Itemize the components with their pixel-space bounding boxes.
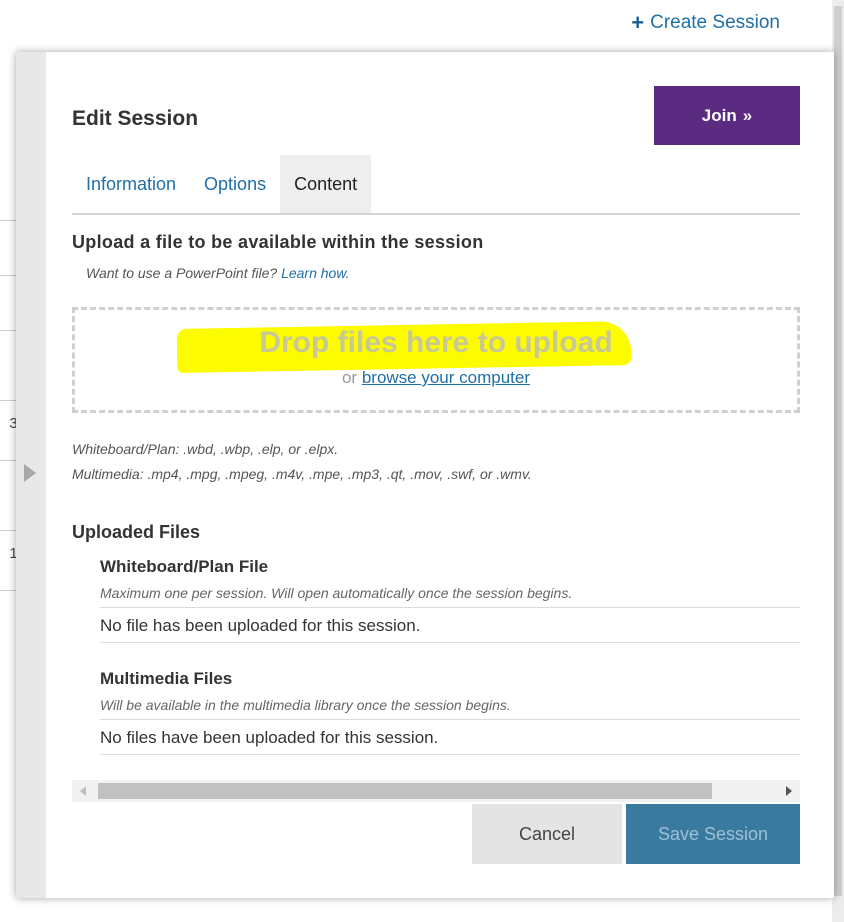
create-session-label: Create Session [650, 12, 780, 33]
save-session-button[interactable]: Save Session [626, 804, 800, 864]
page-title: Edit Session [72, 107, 199, 130]
tab-information[interactable]: Information [72, 155, 190, 213]
tab-bar: Information Options Content [72, 155, 800, 215]
whiteboard-title: Whiteboard/Plan File [100, 557, 269, 576]
drop-text: Drop files here to upload [259, 326, 613, 359]
multimedia-section: Multimedia Files Will be available in th… [100, 669, 800, 755]
upload-hint-text: Want to use a PowerPoint file? [86, 265, 278, 281]
collapse-arrow-icon[interactable] [24, 464, 36, 482]
formats-multimedia: Multimedia: .mp4, .mpg, .mpeg, .m4v, .mp… [72, 466, 532, 482]
horizontal-scrollbar[interactable] [72, 780, 800, 802]
join-button[interactable]: Join » [654, 86, 800, 145]
create-session-link[interactable]: + Create Session [631, 12, 780, 34]
whiteboard-section: Whiteboard/Plan File Maximum one per ses… [100, 557, 800, 643]
multimedia-title: Multimedia Files [100, 669, 233, 688]
formats-whiteboard: Whiteboard/Plan: .wbd, .wbp, .elp, or .e… [72, 441, 339, 457]
whiteboard-empty: No file has been uploaded for this sessi… [100, 616, 800, 643]
drawer-handle[interactable] [16, 52, 46, 898]
learn-how-link[interactable]: Learn how. [281, 265, 350, 281]
scroll-left-icon[interactable] [80, 786, 86, 796]
tab-options[interactable]: Options [190, 155, 280, 213]
upload-hint: Want to use a PowerPoint file? Learn how… [86, 265, 350, 281]
tab-content[interactable]: Content [280, 155, 372, 213]
join-label: Join [701, 105, 737, 125]
uploaded-files-heading: Uploaded Files [72, 522, 201, 542]
plus-icon: + [631, 10, 645, 35]
whiteboard-desc: Maximum one per session. Will open autom… [100, 585, 800, 608]
edit-session-drawer: Edit Session Join » Information Options … [16, 52, 834, 898]
multimedia-empty: No files have been uploaded for this ses… [100, 728, 800, 755]
file-dropzone[interactable]: Drop files here to upload or browse your… [72, 307, 800, 413]
supported-formats: Whiteboard/Plan: .wbd, .wbp, .elp, or .e… [72, 437, 532, 487]
page-scrollbar-thumb[interactable] [834, 6, 842, 896]
upload-heading: Upload a file to be available within the… [72, 232, 484, 252]
browse-computer-link[interactable]: browse your computer [362, 368, 530, 387]
cancel-button[interactable]: Cancel [472, 804, 622, 864]
scroll-right-icon[interactable] [786, 786, 792, 796]
horizontal-scrollbar-thumb[interactable] [98, 783, 712, 799]
multimedia-desc: Will be available in the multimedia libr… [100, 697, 800, 720]
double-chevron-right-icon: » [742, 105, 753, 125]
browse-prefix: or [341, 368, 358, 387]
browse-line: or browse your computer [75, 368, 797, 388]
